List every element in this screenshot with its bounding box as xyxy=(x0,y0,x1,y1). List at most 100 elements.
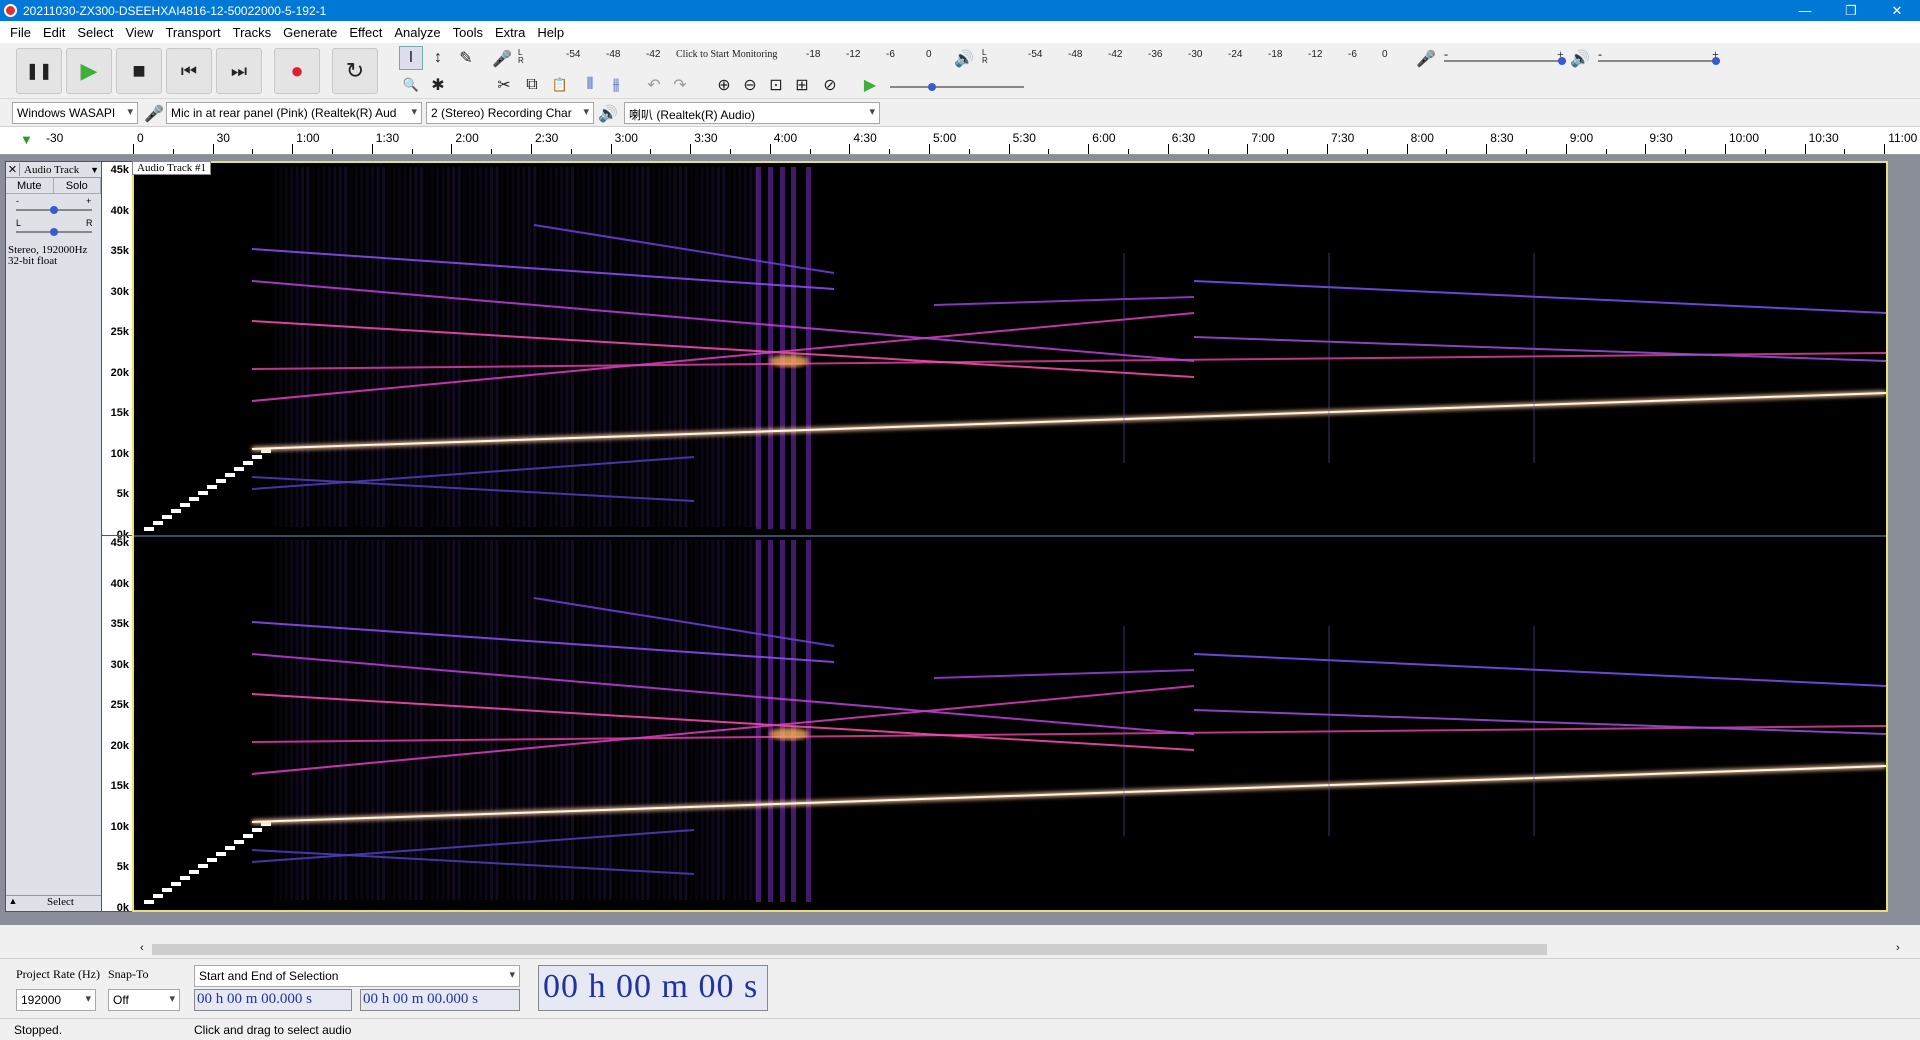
menu-edit[interactable]: Edit xyxy=(37,25,71,40)
speed-knob[interactable] xyxy=(928,83,936,91)
minimize-button[interactable]: — xyxy=(1782,3,1828,18)
timeline-ruler[interactable]: ▼ -30 0 30 1:00 1:30 2:00 2:30 3:00 3:30 4:00 4:3… xyxy=(0,127,1920,155)
menu-tracks[interactable]: Tracks xyxy=(227,25,278,40)
playback-meter[interactable]: L R -54 -48 -42 -36 -30 -24 -18 -12 -6 0 xyxy=(982,49,1392,65)
close-track-button[interactable]: ✕ xyxy=(6,163,20,176)
rec-volume-slider[interactable] xyxy=(1444,57,1566,65)
loop-button[interactable]: ↻ xyxy=(332,48,378,94)
rec-scale-label: -48 xyxy=(606,49,621,60)
selection-end-time[interactable]: 00 h 00 m 00.000 s xyxy=(360,989,520,1011)
pan-knob[interactable] xyxy=(50,228,58,236)
menu-generate[interactable]: Generate xyxy=(277,25,343,40)
ruler-minor-tick xyxy=(1605,149,1607,154)
pause-button[interactable]: ❚❚ xyxy=(16,48,62,94)
audio-position-time[interactable]: 00 h 00 m 00 s xyxy=(538,965,768,1011)
ruler-tick-label: 5:30 xyxy=(1012,131,1036,145)
recording-device-select[interactable]: Mic in at rear panel (Pink) (Realtek(R) … xyxy=(166,102,422,124)
record-button[interactable]: ● xyxy=(274,48,320,94)
spectrum-harmonic-line xyxy=(1193,653,1886,687)
ruler-minor-tick xyxy=(730,149,731,154)
spectrum-noise-band xyxy=(355,540,358,900)
menu-tools[interactable]: Tools xyxy=(447,25,489,40)
ruler-tick-mark xyxy=(212,144,214,154)
audio-host-select[interactable]: Windows WASAPI xyxy=(12,102,138,124)
silence-button[interactable]: ⫵ xyxy=(604,73,628,97)
stop-button[interactable]: ■ xyxy=(116,48,162,94)
track-format-info: Stereo, 192000Hz 32-bit float xyxy=(6,242,101,270)
menu-file[interactable]: File xyxy=(4,25,37,40)
select-track-button[interactable]: Select xyxy=(20,896,101,911)
spectrum-noise-band xyxy=(436,540,439,900)
fit-project-button[interactable]: ⊞ xyxy=(790,73,814,97)
snap-to-select[interactable]: Off xyxy=(108,989,180,1011)
track-area[interactable]: ✕ Audio Track ▼ Mute Solo - + L R Stereo… xyxy=(0,155,1920,925)
play-at-speed-button[interactable]: ▶ xyxy=(858,73,882,97)
spectrum-step-tone xyxy=(198,864,208,868)
zoom-toggle-button[interactable]: ⊘ xyxy=(818,73,842,97)
selection-start-time[interactable]: 00 h 00 m 00.000 s xyxy=(194,989,352,1011)
trim-button[interactable]: ⫴ xyxy=(578,73,602,97)
track-menu-button[interactable]: Audio Track xyxy=(20,164,90,176)
rec-meter-mic-icon[interactable]: 🎤 xyxy=(490,47,514,71)
menu-effect[interactable]: Effect xyxy=(343,25,388,40)
zoom-tool[interactable]: 🔍 xyxy=(399,73,423,97)
cursor-icon: I xyxy=(408,49,414,66)
menu-extra[interactable]: Extra xyxy=(489,25,531,40)
undo-button[interactable]: ↶ xyxy=(642,73,666,97)
close-button[interactable]: ✕ xyxy=(1874,3,1920,19)
chevron-down-icon[interactable]: ▼ xyxy=(90,165,101,175)
playback-device-select[interactable]: 喇叭 (Realtek(R) Audio) xyxy=(624,102,880,124)
skip-to-end-button[interactable]: ⏭ xyxy=(216,48,262,94)
spectrum-noise-band xyxy=(576,167,580,527)
rec-volume-knob[interactable] xyxy=(1558,57,1566,65)
play-volume-slider[interactable] xyxy=(1598,57,1720,65)
play-volume-knob[interactable] xyxy=(1712,57,1720,65)
monitor-prompt[interactable]: Click to Start Monitoring xyxy=(676,49,777,60)
scroll-left-icon[interactable]: ‹ xyxy=(140,942,144,954)
fit-selection-button[interactable]: ⊡ xyxy=(764,73,788,97)
play-button[interactable]: ▶ xyxy=(66,48,112,94)
gain-knob[interactable] xyxy=(50,206,58,214)
menu-select[interactable]: Select xyxy=(71,25,119,40)
spectrum-noise-band xyxy=(414,167,418,527)
scroll-right-icon[interactable]: › xyxy=(1896,942,1900,954)
menu-view[interactable]: View xyxy=(120,25,160,40)
menu-analyze[interactable]: Analyze xyxy=(388,25,446,40)
ruler-tick-label: 1:30 xyxy=(375,131,400,145)
spectrogram-view[interactable] xyxy=(132,161,1888,912)
pan-slider[interactable] xyxy=(16,228,92,236)
multi-tool[interactable]: ✱ xyxy=(426,73,450,97)
draw-tool[interactable]: ✎ xyxy=(454,46,478,70)
collapse-track-button[interactable]: ▲ xyxy=(6,896,20,911)
frequency-tick-label: 20k xyxy=(110,739,129,752)
gain-slider[interactable] xyxy=(16,206,92,214)
paste-button[interactable]: 📋 xyxy=(548,73,572,97)
menu-transport[interactable]: Transport xyxy=(159,25,226,40)
selection-mode-select[interactable]: Start and End of Selection xyxy=(194,965,520,987)
skip-to-start-button[interactable]: ⏮ xyxy=(166,48,212,94)
recording-meter[interactable]: L R -54 -48 -42 Click to Start Monitorin… xyxy=(518,49,938,65)
spectrum-noise-band xyxy=(738,540,742,900)
zoom-out-button[interactable]: ⊖ xyxy=(738,73,762,97)
mute-button[interactable]: Mute xyxy=(6,178,54,193)
spectrum-noise-band xyxy=(511,167,515,527)
menu-help[interactable]: Help xyxy=(531,25,570,40)
frequency-scale[interactable]: 45k 40k 35k 30k 25k 20k 15k 10k 5k 0k 45k 40k 35k 30k… xyxy=(102,161,132,914)
play-head-icon[interactable]: ▼ xyxy=(20,132,33,147)
redo-button[interactable]: ↷ xyxy=(668,73,692,97)
zoom-in-button[interactable]: ⊕ xyxy=(712,73,736,97)
envelope-tool[interactable]: ↕ xyxy=(426,46,450,70)
recording-channels-select[interactable]: 2 (Stereo) Recording Char xyxy=(426,102,594,124)
cut-button[interactable]: ✂ xyxy=(492,73,516,97)
selection-tool[interactable]: I xyxy=(399,46,423,70)
scrollbar-thumb[interactable] xyxy=(152,944,1547,955)
maximize-button[interactable]: ❐ xyxy=(1828,3,1874,19)
play-meter-speaker-icon[interactable]: 🔊 xyxy=(952,47,976,71)
project-rate-select[interactable]: 192000 xyxy=(16,989,96,1011)
play-at-speed-slider[interactable] xyxy=(890,83,1024,91)
solo-button[interactable]: Solo xyxy=(54,178,101,193)
spectrum-noise-band xyxy=(490,540,493,900)
copy-button[interactable]: ⧉ xyxy=(520,73,544,97)
horizontal-scrollbar[interactable]: ‹ › xyxy=(0,941,1920,958)
spectrum-noise-band xyxy=(706,540,709,900)
